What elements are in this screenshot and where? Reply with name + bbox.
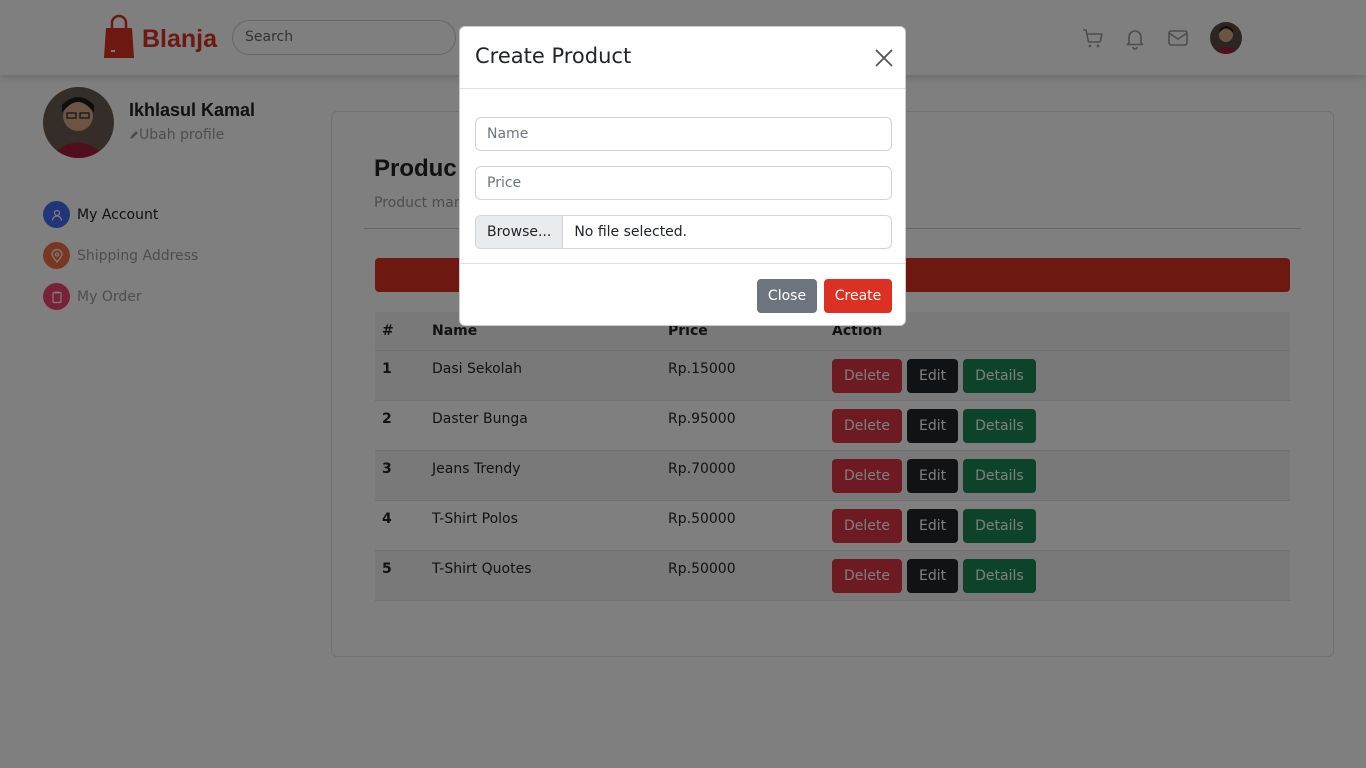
modal-header: Create Product — [460, 27, 905, 89]
modal-title: Create Product — [475, 44, 632, 68]
file-input[interactable]: Browse... No file selected. — [475, 215, 892, 249]
browse-button[interactable]: Browse... — [476, 216, 564, 248]
create-button[interactable]: Create — [824, 279, 892, 313]
create-product-modal: Create Product Name Price Browse... No f… — [459, 26, 906, 326]
close-icon[interactable] — [874, 48, 894, 68]
price-input[interactable]: Price — [475, 166, 892, 200]
file-status: No file selected. — [574, 224, 688, 240]
name-input[interactable]: Name — [475, 117, 892, 151]
modal-footer: Close Create — [460, 263, 905, 327]
close-button[interactable]: Close — [757, 279, 817, 313]
